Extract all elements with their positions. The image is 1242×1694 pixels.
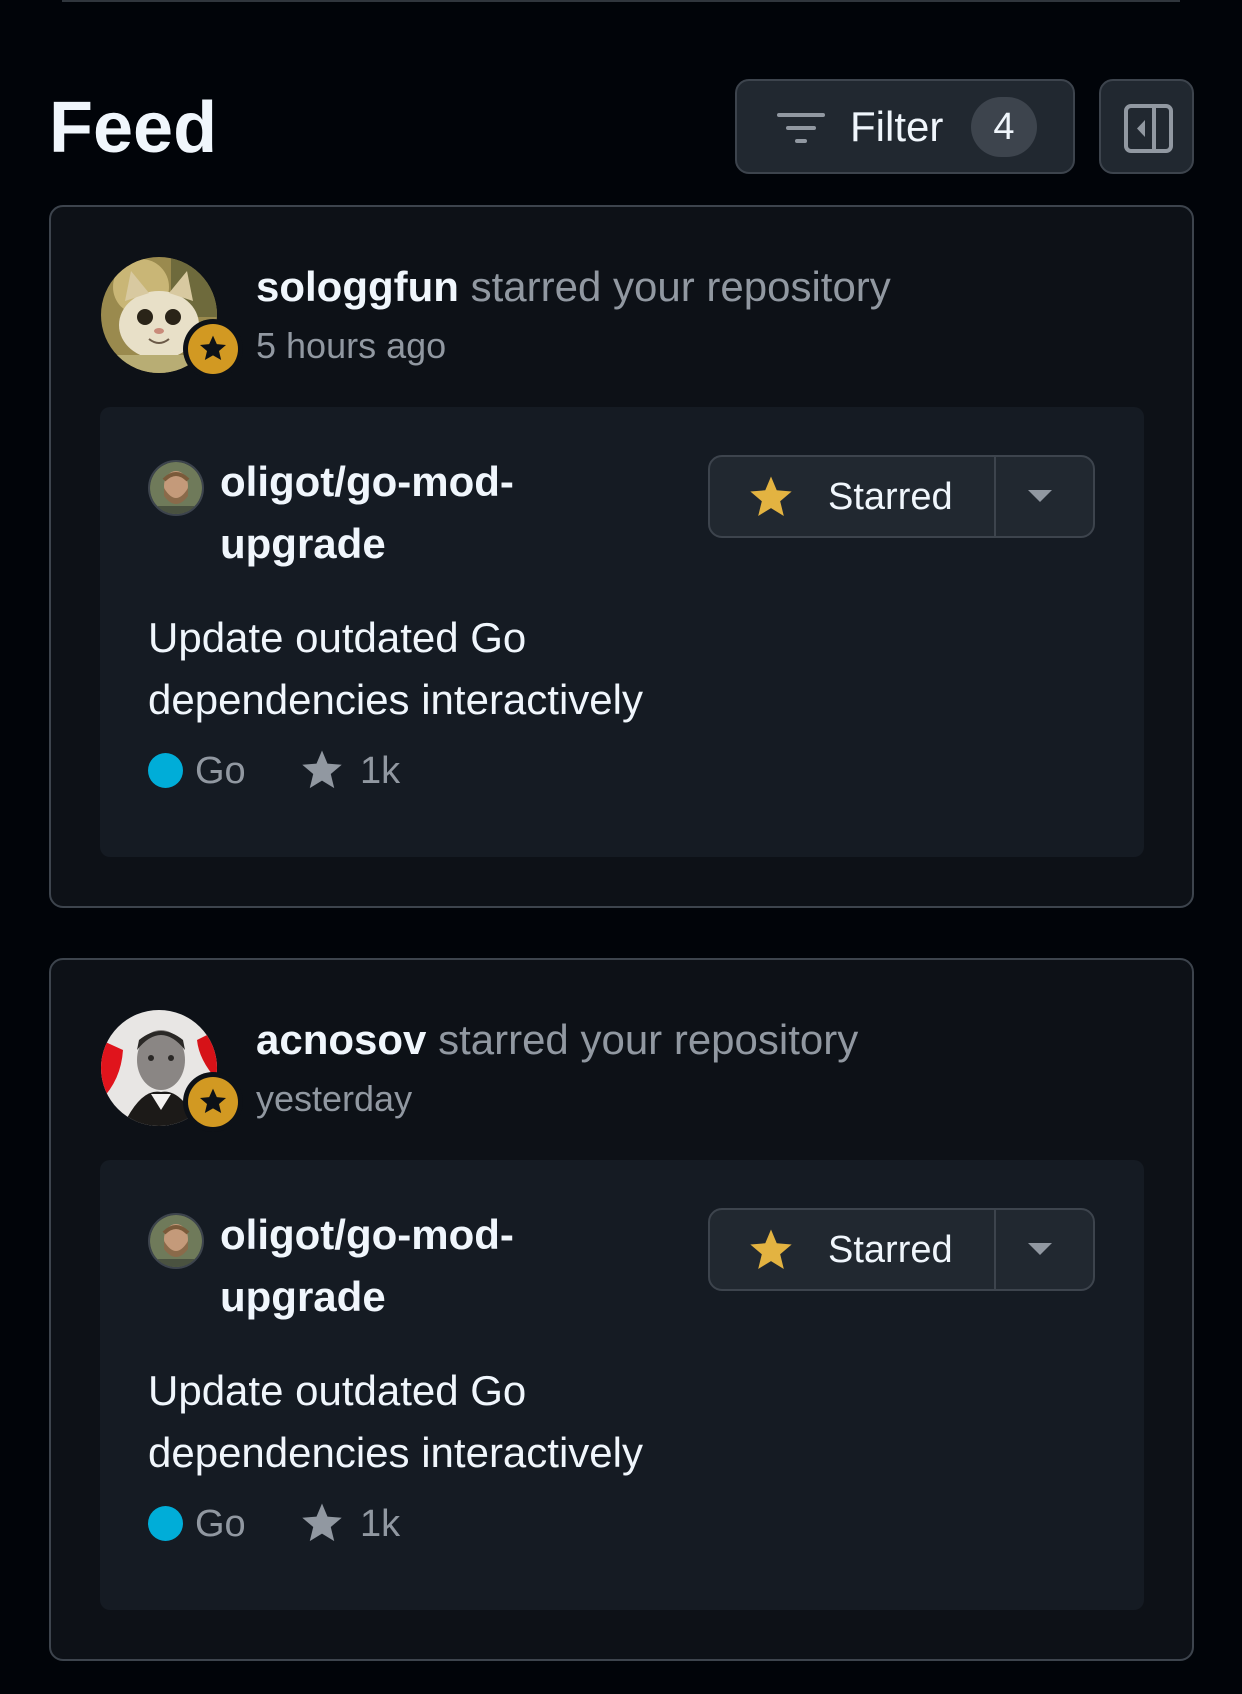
star-filled-icon bbox=[750, 476, 792, 516]
repo-card[interactable]: oligot/go-mod-upgrade Starred Update out… bbox=[100, 1160, 1144, 1610]
stars-count: 1k bbox=[360, 750, 401, 792]
starred-button[interactable]: Starred bbox=[708, 455, 1095, 538]
timestamp: 5 hours ago bbox=[256, 325, 447, 366]
repo-meta: Go 1k bbox=[148, 1498, 548, 1548]
filter-icon bbox=[777, 113, 825, 143]
repo-description: Update outdated Go dependencies interact… bbox=[148, 1367, 643, 1476]
starred-button[interactable]: Starred bbox=[708, 1208, 1095, 1291]
chevron-down-icon[interactable] bbox=[1028, 490, 1052, 504]
feed-card: sologgfun starred your repository 5 hour… bbox=[49, 205, 1194, 908]
repo-name-link[interactable]: oligot/go-mod-upgrade bbox=[220, 451, 620, 575]
filter-count-badge: 4 bbox=[971, 97, 1037, 157]
repo-card[interactable]: oligot/go-mod-upgrade Starred Update out… bbox=[100, 407, 1144, 857]
chevron-down-icon[interactable] bbox=[1028, 1243, 1052, 1257]
starred-label: Starred bbox=[828, 476, 953, 518]
activity-action: starred your repository bbox=[470, 263, 891, 310]
language-label: Go bbox=[195, 750, 246, 792]
feed-header: Feed Filter 4 bbox=[49, 79, 1194, 174]
feed-page: Feed Filter 4 sologgfun starred your rep… bbox=[0, 0, 1242, 1694]
owner-avatar[interactable] bbox=[148, 1213, 204, 1269]
actor-link[interactable]: acnosov bbox=[256, 1016, 426, 1063]
star-icon bbox=[302, 750, 342, 789]
repo-description: Update outdated Go dependencies interact… bbox=[148, 614, 643, 723]
star-icon bbox=[302, 1503, 342, 1542]
timestamp: yesterday bbox=[256, 1078, 413, 1119]
star-badge bbox=[183, 1072, 243, 1132]
owner-avatar[interactable] bbox=[148, 460, 204, 516]
activity-text: sologgfun starred your repository bbox=[256, 259, 891, 315]
starred-label: Starred bbox=[828, 1229, 953, 1271]
language-color-dot bbox=[148, 753, 183, 788]
activity-text: acnosov starred your repository bbox=[256, 1012, 858, 1068]
activity-action: starred your repository bbox=[438, 1016, 859, 1063]
actor-link[interactable]: sologgfun bbox=[256, 263, 459, 310]
filter-button[interactable]: Filter 4 bbox=[735, 79, 1075, 174]
language-color-dot bbox=[148, 1506, 183, 1541]
stars-count: 1k bbox=[360, 1503, 401, 1545]
star-filled-icon bbox=[750, 1229, 792, 1269]
feed-card: acnosov starred your repository yesterda… bbox=[49, 958, 1194, 1661]
repo-meta: Go 1k bbox=[148, 745, 548, 795]
star-icon bbox=[200, 1088, 226, 1113]
sidebar-toggle-icon bbox=[1124, 104, 1173, 153]
star-icon bbox=[200, 335, 226, 360]
button-divider bbox=[994, 1210, 996, 1289]
sidebar-toggle-button[interactable] bbox=[1099, 79, 1194, 174]
star-badge bbox=[183, 319, 243, 379]
top-divider bbox=[62, 0, 1180, 2]
page-title: Feed bbox=[49, 88, 218, 168]
button-divider bbox=[994, 457, 996, 536]
repo-name-link[interactable]: oligot/go-mod-upgrade bbox=[220, 1204, 620, 1328]
filter-label: Filter bbox=[850, 103, 944, 150]
language-label: Go bbox=[195, 1503, 246, 1545]
